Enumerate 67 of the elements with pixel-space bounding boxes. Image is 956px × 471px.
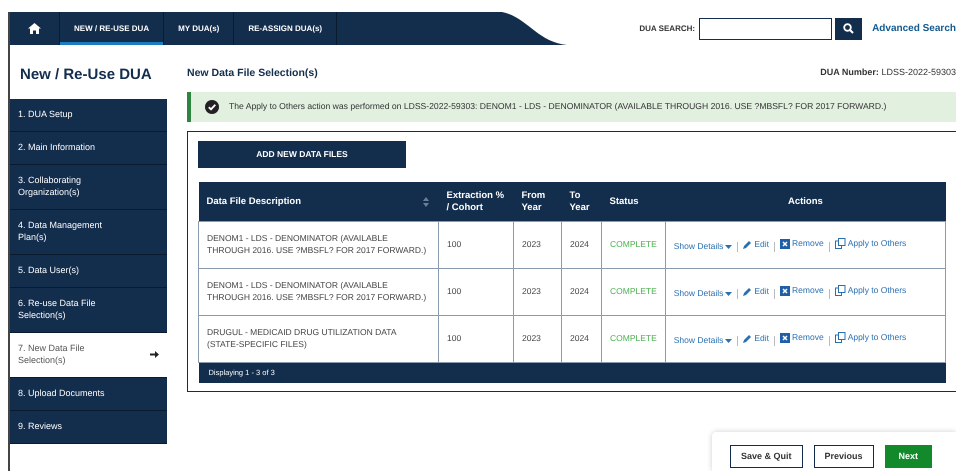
sidebar-item[interactable]: 2. Main Information [10, 132, 167, 164]
pencil-icon [743, 334, 752, 344]
details-link[interactable]: Show Details [674, 241, 732, 253]
search-button[interactable] [835, 18, 862, 40]
copy-icon [834, 332, 846, 344]
apply-link[interactable]: Apply to Others [834, 332, 906, 344]
sidebar-item[interactable]: 3. Collaborating Organization(s) [10, 164, 167, 210]
caret-icon [725, 244, 732, 249]
column-header: Extraction % / Cohort [438, 182, 514, 222]
column-header: From Year [514, 182, 562, 222]
caret-icon [725, 292, 732, 296]
remove-link[interactable]: Remove [780, 285, 824, 297]
footer-button[interactable]: Previous [814, 445, 874, 468]
table-cell: 100 [438, 268, 514, 316]
table-cell: DENOM1 - LDS - DENOMINATOR (AVAILABLE THROUGH 2016. USE ?MBSFL? FOR 2017 FORWARD.) [198, 222, 438, 269]
sidebar-item[interactable]: 4. Data Management Plan(s) [10, 210, 167, 254]
column-header: Actions [665, 182, 946, 222]
sidebar-item[interactable]: 5. Data User(s) [10, 254, 167, 288]
sidebar-item[interactable]: 7. New Data File Selection(s) [10, 332, 167, 378]
table-cell: 2024 [562, 268, 602, 316]
remove-link[interactable]: Remove [780, 238, 824, 250]
pencil-icon [743, 240, 752, 250]
apply-link[interactable]: Apply to Others [834, 238, 906, 250]
sidebar-title: New / Re-Use DUA [19, 65, 153, 85]
caret-icon [725, 338, 732, 343]
close-icon [780, 239, 790, 250]
advanced-search-link[interactable]: Advanced Search [872, 21, 956, 36]
status-cell: COMPLETE [602, 268, 666, 316]
details-link[interactable]: Show Details [674, 335, 732, 347]
pencil-icon [743, 287, 752, 296]
sidebar-item[interactable]: 6. Re-use Data File Selection(s) [10, 288, 167, 332]
footer-button[interactable]: Next [884, 445, 932, 468]
sort-icon[interactable] [422, 196, 428, 207]
edit-link[interactable]: Edit [743, 286, 770, 298]
edit-link[interactable]: Edit [743, 238, 770, 250]
table-cell: DENOM1 - LDS - DENOMINATOR (AVAILABLE THROUGH 2016. USE ?MBSFL? FOR 2017 FORWARD.) [198, 268, 438, 316]
sidebar-item[interactable]: 1. DUA Setup [10, 98, 167, 132]
copy-icon [834, 285, 846, 296]
dua-number: DUA Number: LDSS-2022-59303 [820, 66, 956, 79]
check-circle-icon [205, 100, 219, 114]
sidebar-item[interactable]: 8. Upload Documents [10, 378, 167, 410]
details-link[interactable]: Show Details [674, 288, 732, 300]
nav-tab[interactable]: NEW / RE-USE DUA [60, 12, 164, 45]
home-icon [28, 23, 41, 34]
apply-link[interactable]: Apply to Others [834, 284, 906, 296]
alert-message: The Apply to Others action was performed on LDSS-2022-59303: DENOM1 - LDS - DENOMINATOR (AVAILABLE THROUGH 2016. USE ?MBSFL? FOR 2017 FORWARD.) [229, 100, 886, 114]
table-cell: 100 [438, 222, 514, 269]
column-header: To Year [562, 182, 602, 222]
close-icon [780, 333, 790, 344]
table-cell: 2023 [514, 222, 562, 269]
add-new-data-files-button[interactable]: ADD NEW DATA FILES [198, 140, 406, 168]
table-cell: 2023 [514, 268, 562, 316]
edit-link[interactable]: Edit [743, 332, 770, 344]
search-field[interactable] [699, 18, 832, 40]
status-cell: COMPLETE [602, 222, 666, 269]
search-label: DUA SEARCH: [639, 22, 696, 34]
arrow-icon [150, 350, 159, 359]
column-header: Status [602, 182, 666, 222]
search-icon [843, 23, 854, 34]
remove-link[interactable]: Remove [780, 332, 824, 344]
column-header[interactable]: Data File Description [198, 182, 438, 222]
table-cell: 2024 [562, 222, 602, 269]
sidebar-item[interactable]: 9. Reviews [10, 410, 167, 444]
footer-button[interactable]: Save & Quit [730, 445, 803, 468]
close-icon [780, 286, 790, 296]
copy-icon [834, 238, 846, 250]
page-heading: New Data File Selection(s) [187, 66, 318, 81]
